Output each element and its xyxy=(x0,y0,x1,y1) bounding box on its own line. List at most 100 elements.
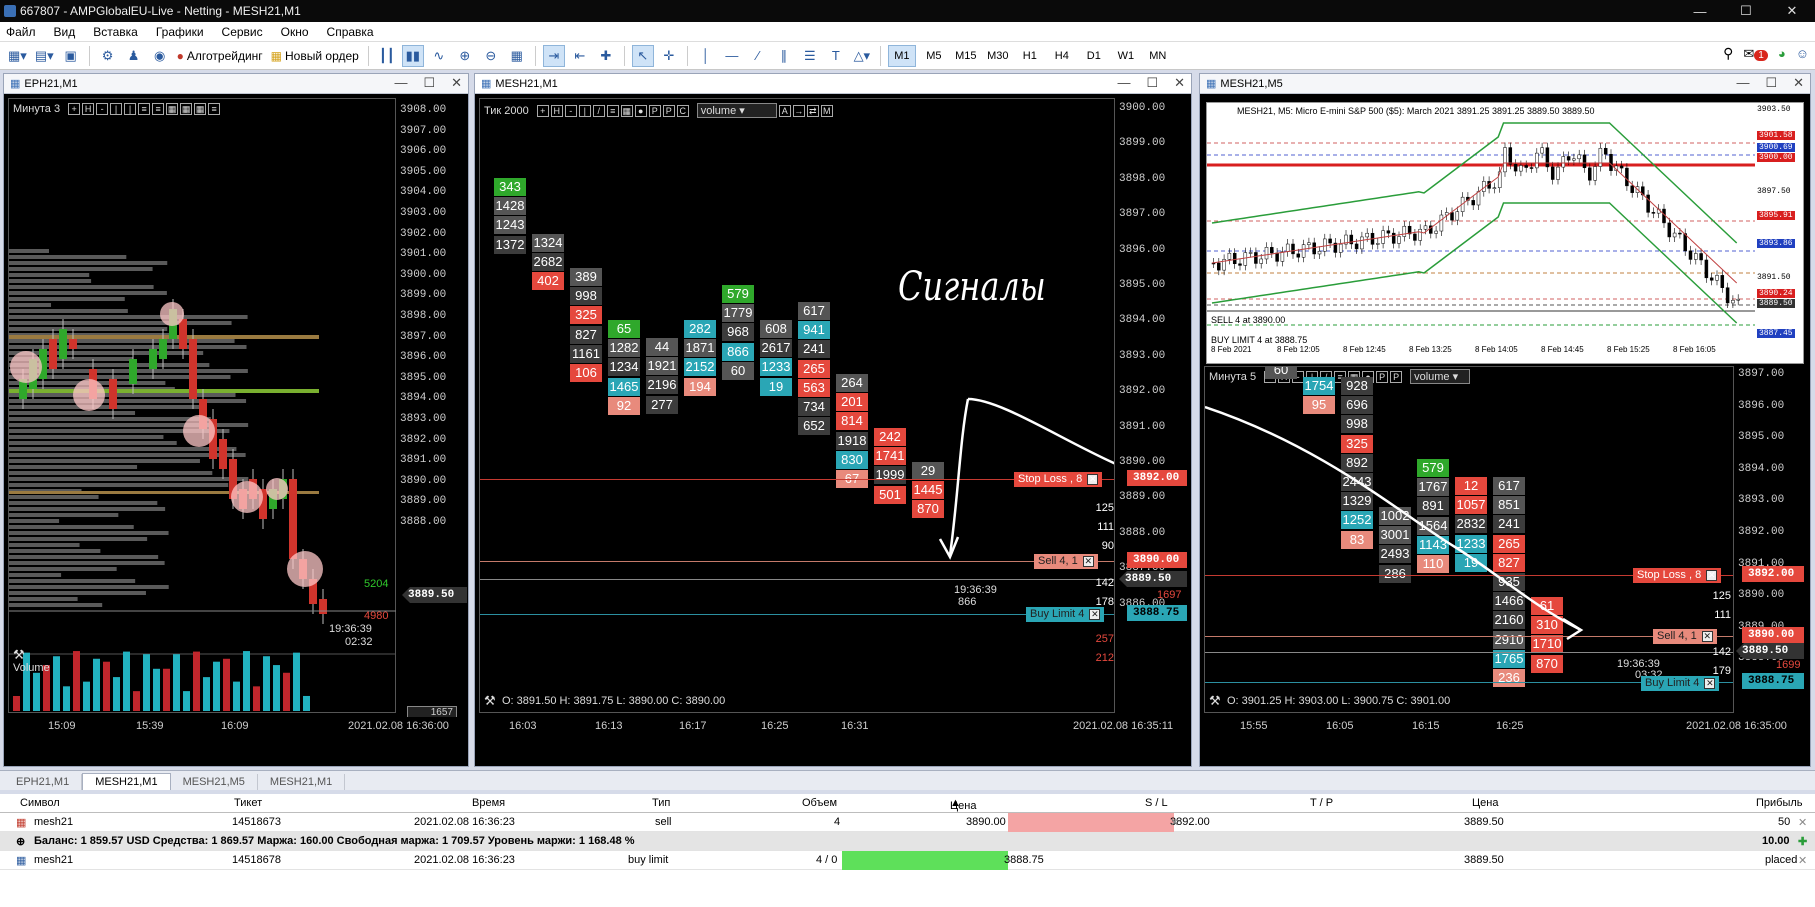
col-sl[interactable]: S / L xyxy=(1145,797,1168,809)
chart-plot[interactable]: Минута 3 + H - | | ≡ ≡ ▦ ▦ ▦ ≡ 5204 4980 19:36:39 … xyxy=(8,98,433,713)
close-icon[interactable]: ✕ xyxy=(1174,75,1185,91)
tools-icon[interactable]: ⚒ xyxy=(1209,693,1221,709)
line-chart-icon[interactable]: ∿ xyxy=(428,45,450,67)
mode-select[interactable]: volume ▾ xyxy=(1410,369,1471,384)
table-row[interactable]: ▦ mesh21 14518678 2021.02.08 16:36:23 bu… xyxy=(0,851,1815,870)
tools-icon[interactable]: ⚒ xyxy=(13,647,25,663)
close-icon[interactable]: ✕ xyxy=(1769,0,1815,22)
menu-file[interactable]: Файл xyxy=(6,25,36,39)
chart-window-mesh21-m1[interactable]: ▦ MESH21,M1 — ☐ ✕ Тик 2000 + H - | / ≡ ▦ ● P P C vol… xyxy=(474,73,1192,767)
col-profit[interactable]: Прибыль xyxy=(1756,797,1803,809)
ctrl-dot-icon[interactable]: ● xyxy=(634,104,647,117)
menu-view[interactable]: Вид xyxy=(54,25,76,39)
strategy-tester-icon[interactable]: ⚙ xyxy=(97,45,119,67)
menu-insert[interactable]: Вставка xyxy=(93,25,138,39)
crosshair-icon[interactable]: ✛ xyxy=(658,45,680,67)
timeframe-m5[interactable]: M5 xyxy=(920,45,948,67)
remove-sl-icon[interactable]: ✕ xyxy=(1170,816,1179,829)
col-price[interactable]: Цена ▲ xyxy=(950,797,976,812)
profiles-icon[interactable]: ▤▾ xyxy=(33,45,56,67)
cell-sl[interactable]: 3892.00 ✕ xyxy=(1008,813,1210,832)
signals-icon[interactable]: ◉ xyxy=(149,45,171,67)
algotrading-button[interactable]: ● Алготрейдинг xyxy=(175,45,265,67)
chart-shift-icon[interactable]: ⇤ xyxy=(569,45,591,67)
close-order-icon[interactable]: ✕ xyxy=(1706,570,1718,581)
fibonacci-icon[interactable]: ☰ xyxy=(799,45,821,67)
ctrl-grid-icon[interactable]: ▦ xyxy=(620,104,633,117)
minimize-icon[interactable]: — xyxy=(1736,75,1749,91)
chart-window-mesh21-m5[interactable]: ▦ MESH21,M5 — ☐ ✕ MESH21, M5: Micro E-mini… xyxy=(1199,73,1811,767)
timeframe-d1[interactable]: D1 xyxy=(1080,45,1108,67)
shapes-icon[interactable]: △▾ xyxy=(851,45,873,67)
account-icon[interactable]: ☺ xyxy=(1796,46,1809,61)
tab-mesh21-m1-2[interactable]: MESH21,M1 xyxy=(258,774,346,790)
tab-mesh21-m1[interactable]: MESH21,M1 xyxy=(82,773,171,790)
close-order-icon[interactable]: ✕ xyxy=(1087,474,1099,485)
ctrl-p-icon[interactable]: P xyxy=(648,104,661,117)
maximize-icon[interactable]: ☐ xyxy=(1146,75,1158,91)
maximize-icon[interactable]: ☐ xyxy=(1765,75,1777,91)
close-order-icon[interactable]: ✕ xyxy=(1704,678,1716,689)
minimize-icon[interactable]: — xyxy=(1677,0,1723,22)
vertical-line-icon[interactable]: │ xyxy=(695,45,717,67)
ctrl-arrow-icon[interactable]: ⇄ xyxy=(806,104,819,117)
tile-windows-icon[interactable]: ▦ xyxy=(506,45,528,67)
col-time[interactable]: Время xyxy=(472,797,505,809)
ctrl-m-icon[interactable]: M xyxy=(820,104,833,117)
timeframe-h1[interactable]: H1 xyxy=(1016,45,1044,67)
minimize-icon[interactable]: — xyxy=(394,75,407,91)
bar-chart-icon[interactable]: ┃┃ xyxy=(376,45,398,67)
timeframe-m15[interactable]: M15 xyxy=(952,45,980,67)
ctrl-h-icon[interactable]: H xyxy=(550,104,563,117)
cluster-chart[interactable]: Тик 2000 + H - | / ≡ ▦ ● P P C volume ▾ A → ⇄ M 343 14… xyxy=(479,98,1115,713)
timeframe-w1[interactable]: W1 xyxy=(1112,45,1140,67)
timeframe-h4[interactable]: H4 xyxy=(1048,45,1076,67)
add-icon[interactable]: ✚ xyxy=(1798,835,1807,848)
ctrl-c-icon[interactable]: C xyxy=(676,104,689,117)
ctrl-arrow-icon[interactable]: → xyxy=(792,104,805,117)
notifications-icon[interactable]: ✉ 1 xyxy=(1743,46,1768,62)
ctrl-p-icon[interactable]: P xyxy=(1390,370,1403,383)
ctrl-p-icon[interactable]: P xyxy=(662,104,675,117)
stop-loss-order[interactable]: Stop Loss , 8 ✕ xyxy=(1633,568,1722,583)
buy-limit-order[interactable]: Buy Limit 4 ✕ xyxy=(1026,607,1105,622)
col-volume[interactable]: Объем xyxy=(802,797,837,809)
text-icon[interactable]: T xyxy=(825,45,847,67)
candle-chart-icon[interactable]: ▮▮ xyxy=(401,44,424,67)
menu-help[interactable]: Справка xyxy=(327,25,374,39)
timeframe-m30[interactable]: M30 xyxy=(984,45,1012,67)
ctrl-bar-icon[interactable]: | xyxy=(578,104,591,117)
close-icon[interactable]: ✕ xyxy=(451,75,462,91)
zoom-in-icon[interactable]: ⊕ xyxy=(454,45,476,67)
close-icon[interactable]: ✕ xyxy=(1793,75,1804,91)
new-chart-icon[interactable]: ▦▾ xyxy=(6,45,29,67)
market-watch-icon[interactable]: ▣ xyxy=(60,45,82,67)
col-cur-price[interactable]: Цена xyxy=(1472,797,1498,809)
maximize-icon[interactable]: ☐ xyxy=(1723,0,1769,22)
cancel-order-icon[interactable]: ✕ xyxy=(1798,854,1807,867)
tools-icon[interactable]: ⚒ xyxy=(484,693,496,709)
chart-window-eph21-m1[interactable]: ▦ EPH21,M1 — ☐ ✕ Минута 3 + H - | | ≡ ≡ ▦ ▦ ▦ ≡ 5204… xyxy=(3,73,469,767)
mode-select[interactable]: volume ▾ xyxy=(696,103,777,118)
col-ticket[interactable]: Тикет xyxy=(234,797,262,809)
mini-chart[interactable]: MESH21, M5: Micro E-mini S&P 500 ($5): M… xyxy=(1206,102,1804,364)
ctrl-a-icon[interactable]: A xyxy=(778,104,791,117)
menu-charts[interactable]: Графики xyxy=(156,25,204,39)
ctrl-p-icon[interactable]: P xyxy=(1376,370,1389,383)
cluster-chart[interactable]: Минута 5 +H-|/≡▦●PP volume ▾ 60 175495 928… xyxy=(1204,366,1734,713)
timeframe-mn[interactable]: MN xyxy=(1144,45,1172,67)
maximize-icon[interactable]: ☐ xyxy=(423,75,435,91)
close-position-icon[interactable]: ✕ xyxy=(1798,816,1807,829)
search-icon[interactable]: ⚲ xyxy=(1723,45,1733,62)
ctrl-bar-icon[interactable]: / xyxy=(592,104,605,117)
indicators-icon[interactable]: ✚ xyxy=(595,45,617,67)
col-type[interactable]: Тип xyxy=(652,797,670,809)
menu-tools[interactable]: Сервис xyxy=(222,25,263,39)
col-symbol[interactable]: Символ xyxy=(20,797,60,809)
stop-loss-order[interactable]: Stop Loss , 8 ✕ xyxy=(1014,472,1103,487)
sell-order[interactable]: Sell 4, 1 ✕ xyxy=(1653,629,1717,644)
trend-line-icon[interactable]: ∕ xyxy=(747,45,769,67)
close-order-icon[interactable]: ✕ xyxy=(1082,556,1094,567)
col-tp[interactable]: T / P xyxy=(1310,797,1333,809)
horizontal-line-icon[interactable]: — xyxy=(721,45,743,67)
